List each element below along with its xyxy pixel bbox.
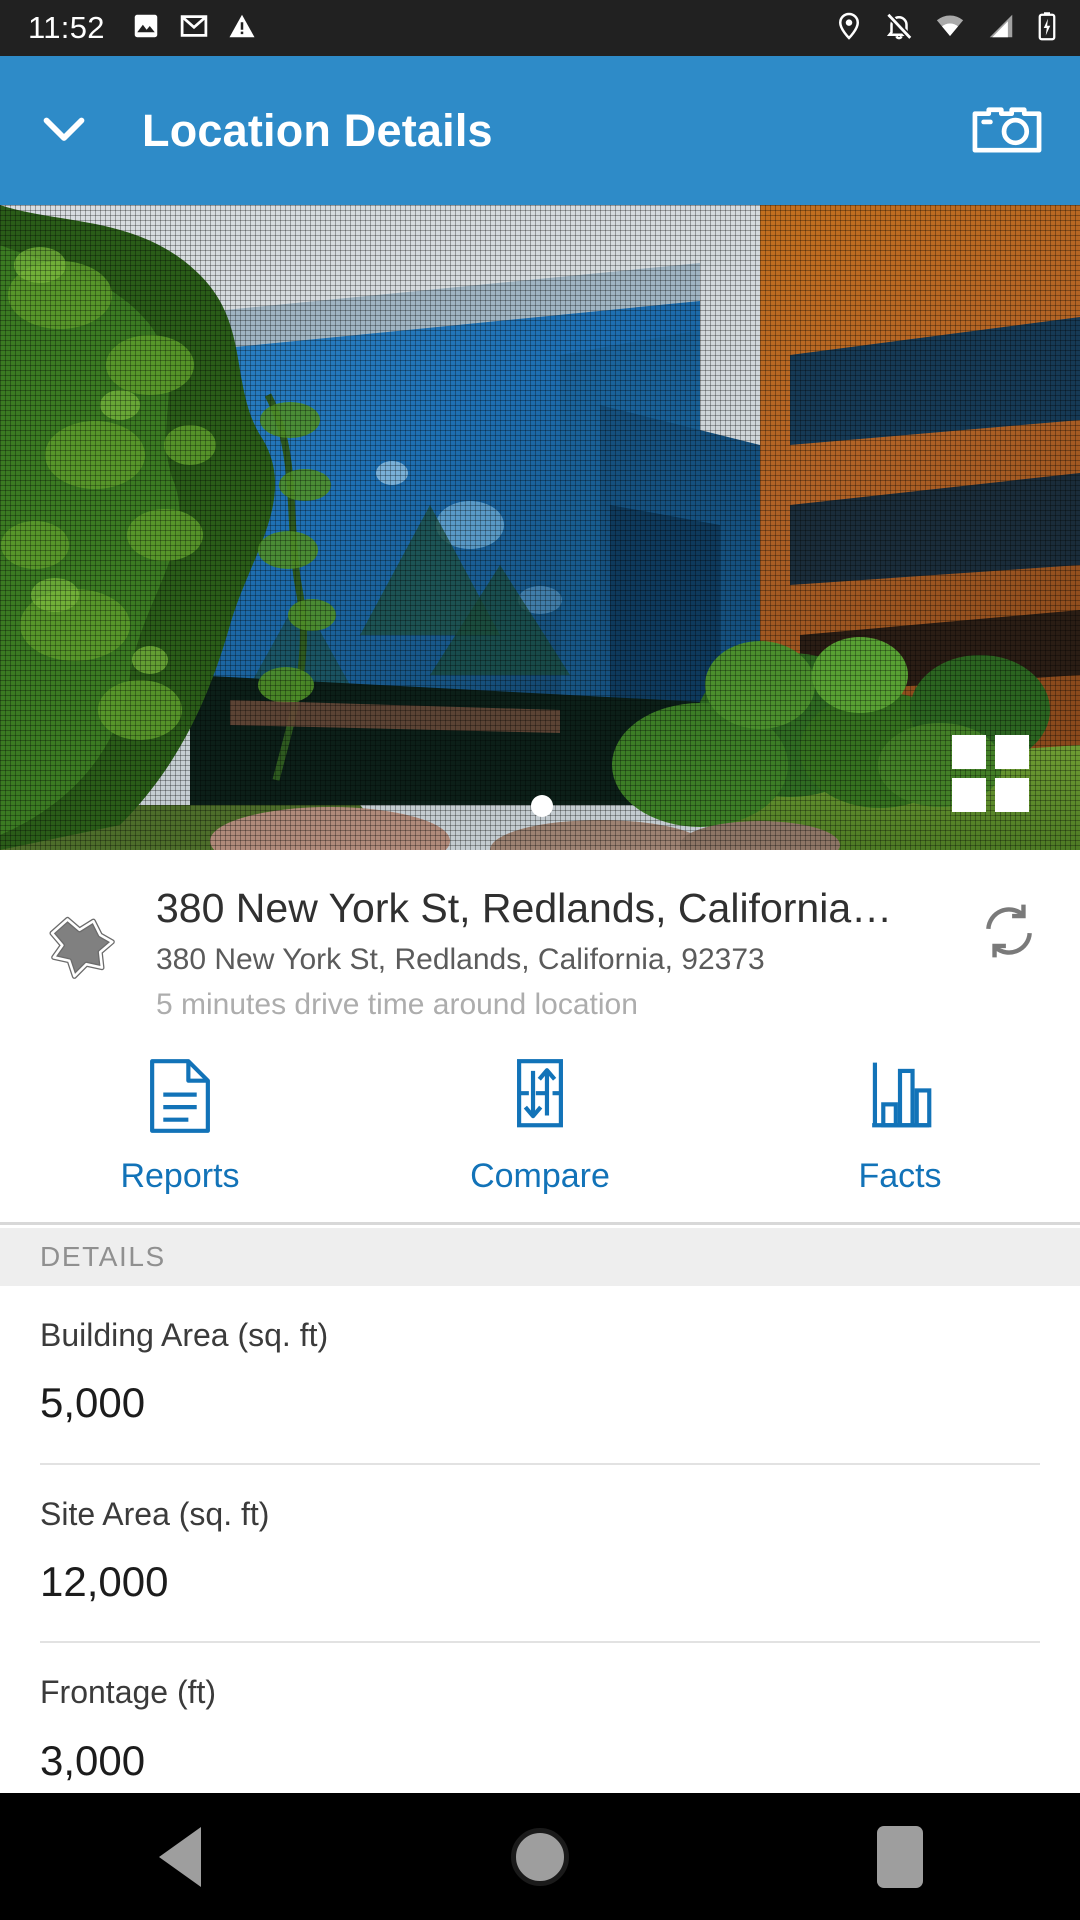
notifications-off-icon xyxy=(884,11,914,46)
status-bar-system-icons xyxy=(834,11,1058,46)
address-text-group: 380 New York St, Redlands, California… 3… xyxy=(148,886,978,1025)
back-glyph xyxy=(159,1826,201,1887)
location-address: 380 New York St, Redlands, California, 9… xyxy=(156,942,765,976)
android-navigation-bar xyxy=(0,1793,1080,1920)
details-section-header-label: DETAILS xyxy=(40,1241,166,1272)
grid-cell xyxy=(995,735,1029,769)
image-icon xyxy=(131,11,161,46)
detail-row-building-area: Building Area (sq. ft) 5,000 xyxy=(0,1286,1080,1427)
detail-value: 12,000 xyxy=(40,1557,169,1605)
phone-screen: 11:52 Location Details 380 New York St, … xyxy=(0,0,1080,1920)
camera-icon[interactable] xyxy=(970,98,1044,163)
chevron-down-icon[interactable] xyxy=(34,98,94,163)
location-summary: 380 New York St, Redlands, California… 3… xyxy=(0,850,1080,1025)
reports-button-label: Reports xyxy=(120,1157,240,1195)
grid-cell xyxy=(952,778,986,812)
location-drivetime-note: 5 minutes drive time around location xyxy=(156,987,638,1021)
compare-arrows-icon xyxy=(505,1057,575,1135)
detail-value: 3,000 xyxy=(40,1736,146,1784)
home-circle-icon[interactable] xyxy=(360,1827,720,1886)
refresh-icon[interactable] xyxy=(978,886,1052,1025)
action-buttons-row: Reports Compare Facts xyxy=(0,1035,1080,1225)
app-bar: Location Details xyxy=(0,56,1080,205)
battery-charging-icon xyxy=(1036,11,1058,46)
detail-value: 5,000 xyxy=(40,1379,146,1427)
warning-icon xyxy=(227,11,257,46)
cellular-signal-icon xyxy=(986,11,1016,46)
back-triangle-icon[interactable] xyxy=(0,1826,360,1887)
detail-row-frontage: Frontage (ft) 3,000 xyxy=(0,1643,1080,1784)
detail-label: Building Area (sq. ft) xyxy=(40,1317,329,1353)
facts-button[interactable]: Facts xyxy=(720,1035,1080,1196)
photo-page-indicator-dot[interactable] xyxy=(531,795,553,817)
status-bar: 11:52 xyxy=(0,0,1080,56)
recents-glyph xyxy=(877,1825,923,1888)
detail-label: Site Area (sq. ft) xyxy=(40,1495,270,1532)
compare-button[interactable]: Compare xyxy=(360,1035,720,1196)
report-document-icon xyxy=(145,1057,215,1135)
wifi-icon xyxy=(934,11,966,46)
status-bar-clock: 11:52 xyxy=(28,10,105,45)
page-title: Location Details xyxy=(142,104,493,156)
bar-chart-icon xyxy=(865,1057,935,1135)
status-bar-notification-icons xyxy=(131,11,257,46)
photo-illustration xyxy=(0,205,1080,850)
details-list: Building Area (sq. ft) 5,000 Site Area (… xyxy=(0,1286,1080,1822)
drive-time-polygon-icon xyxy=(40,886,148,1025)
location-pin-icon xyxy=(834,11,864,46)
recents-square-icon[interactable] xyxy=(720,1825,1080,1888)
location-title: 380 New York St, Redlands, California… xyxy=(156,886,893,931)
location-photo[interactable] xyxy=(0,205,1080,850)
gmail-icon xyxy=(179,11,209,46)
home-glyph xyxy=(511,1827,569,1886)
compare-button-label: Compare xyxy=(470,1157,610,1195)
facts-button-label: Facts xyxy=(858,1157,942,1195)
grid-view-icon[interactable] xyxy=(952,735,1029,812)
detail-row-site-area: Site Area (sq. ft) 12,000 xyxy=(0,1465,1080,1606)
grid-cell xyxy=(995,778,1029,812)
grid-cell xyxy=(952,735,986,769)
detail-label: Frontage (ft) xyxy=(40,1674,217,1711)
details-section-header: DETAILS xyxy=(0,1228,1080,1286)
reports-button[interactable]: Reports xyxy=(0,1035,360,1196)
